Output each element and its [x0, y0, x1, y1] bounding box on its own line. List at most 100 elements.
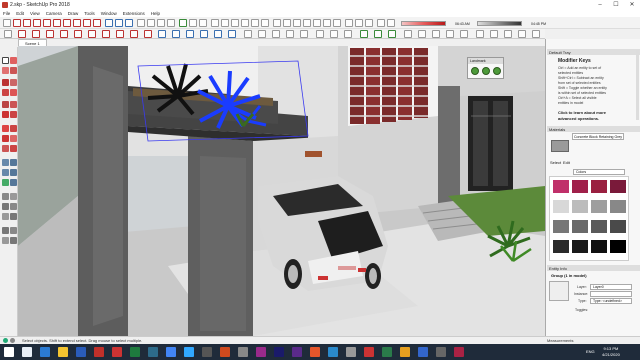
material-library-dropdown[interactable]: Colors [573, 169, 625, 175]
move-icon[interactable] [102, 30, 110, 38]
followme-side-icon[interactable] [10, 135, 17, 142]
axes-icon[interactable] [214, 30, 222, 38]
material-swatch[interactable] [610, 180, 626, 193]
move-side-icon[interactable] [2, 125, 9, 132]
landmark-tool-3-icon[interactable] [493, 67, 501, 75]
walk-side-icon[interactable] [10, 227, 17, 234]
move-tool-icon[interactable] [73, 19, 81, 27]
orbit-side-icon[interactable] [2, 193, 9, 200]
3dtext-side-icon[interactable] [10, 179, 17, 186]
solid-subtract-icon[interactable] [418, 30, 426, 38]
front-view-icon[interactable] [231, 19, 239, 27]
zoom-side-icon[interactable] [2, 203, 9, 210]
zoom-window-side-icon[interactable] [10, 203, 17, 210]
pan-view-icon[interactable] [258, 30, 266, 38]
zoom-icon[interactable] [157, 19, 165, 27]
orbit-view-icon[interactable] [244, 30, 252, 38]
text-tool-icon[interactable] [115, 19, 123, 27]
dimension-side-icon[interactable] [10, 159, 17, 166]
menu-help[interactable]: Help [151, 11, 160, 16]
menu-extensions[interactable]: Extensions [123, 11, 145, 16]
previous-side-icon[interactable] [10, 213, 17, 220]
line-side-icon[interactable] [2, 79, 9, 86]
close-button[interactable]: ✕ [624, 0, 640, 9]
select-tool-icon[interactable] [3, 19, 11, 27]
position-camera-icon[interactable] [344, 30, 352, 38]
app-icon[interactable] [346, 347, 356, 357]
tape-side-icon[interactable] [2, 159, 9, 166]
material-swatch[interactable] [572, 180, 588, 193]
drawing-viewport[interactable] [18, 46, 545, 336]
paint-side-icon[interactable] [10, 67, 17, 74]
app-icon[interactable] [202, 347, 212, 357]
extension-warehouse-icon[interactable] [189, 19, 197, 27]
shaded-textures-icon[interactable] [323, 19, 331, 27]
file-explorer-icon[interactable] [58, 347, 68, 357]
type-field[interactable]: Type: <undefined> [590, 298, 632, 304]
materials-edit-tab[interactable]: Edit [563, 160, 570, 165]
push-pull-tool-icon[interactable] [53, 19, 61, 27]
materials-select-tab[interactable]: Select [550, 160, 561, 165]
scale-side-icon[interactable] [2, 145, 9, 152]
rotate-side-icon[interactable] [2, 135, 9, 142]
app-icon[interactable] [328, 347, 338, 357]
select-arrow-icon[interactable] [4, 30, 12, 38]
xray-icon[interactable] [273, 19, 281, 27]
material-swatch[interactable] [610, 220, 626, 233]
polygon-icon[interactable] [10, 111, 17, 118]
rotate-tool-icon[interactable] [83, 19, 91, 27]
solid-union-icon[interactable] [404, 30, 412, 38]
premiere-icon[interactable] [274, 347, 284, 357]
previous-view-icon[interactable] [300, 30, 308, 38]
axes-side-icon[interactable] [2, 179, 9, 186]
app-icon[interactable] [418, 347, 428, 357]
material-swatch[interactable] [553, 180, 569, 193]
position-camera-side-icon[interactable] [2, 227, 9, 234]
learn-more-link[interactable]: advanced operations. [558, 116, 599, 121]
material-swatch[interactable] [591, 200, 607, 213]
protractor-side-icon[interactable] [2, 169, 9, 176]
material-swatch[interactable] [553, 200, 569, 213]
instance-field[interactable] [590, 291, 632, 297]
shadow-settings-icon[interactable] [387, 19, 395, 27]
circle-icon[interactable] [2, 111, 9, 118]
material-swatch[interactable] [572, 220, 588, 233]
photo-texture-icon[interactable] [504, 30, 512, 38]
shadows-toggle-icon[interactable] [377, 19, 385, 27]
material-swatch[interactable] [610, 200, 626, 213]
text-icon[interactable] [200, 30, 208, 38]
hidden-line-icon[interactable] [303, 19, 311, 27]
drape-icon[interactable] [388, 30, 396, 38]
eraser-tool-icon[interactable] [13, 19, 21, 27]
menu-view[interactable]: View [30, 11, 40, 16]
default-tray-header[interactable]: Default Tray [547, 49, 640, 55]
material-swatch[interactable] [553, 240, 569, 253]
learn-more-link[interactable]: Click to learn about more [558, 110, 606, 115]
rotated-rectangle-icon[interactable] [10, 101, 17, 108]
wireframe-icon[interactable] [293, 19, 301, 27]
line-tool-icon[interactable] [23, 19, 31, 27]
3d-text-icon[interactable] [228, 30, 236, 38]
menu-draw[interactable]: Draw [68, 11, 79, 16]
minimize-button[interactable]: – [592, 0, 608, 9]
walk-icon[interactable] [316, 30, 324, 38]
material-swatch[interactable] [591, 180, 607, 193]
section-plane-icon[interactable] [345, 19, 353, 27]
right-view-icon[interactable] [241, 19, 249, 27]
look-around-icon[interactable] [330, 30, 338, 38]
offset-side-icon[interactable] [10, 145, 17, 152]
pie-icon[interactable] [10, 89, 17, 96]
solid-intersect-icon[interactable] [432, 30, 440, 38]
scale-icon[interactable] [130, 30, 138, 38]
top-view-icon[interactable] [221, 19, 229, 27]
stamp-icon[interactable] [374, 30, 382, 38]
tape-measure-icon[interactable] [105, 19, 113, 27]
start-icon[interactable] [4, 347, 14, 357]
shapes-icon[interactable] [60, 30, 68, 38]
app-icon[interactable] [220, 347, 230, 357]
eraser-side-icon[interactable] [2, 67, 9, 74]
zoom-view-icon[interactable] [272, 30, 280, 38]
component-options-icon[interactable] [532, 30, 540, 38]
scene-tab[interactable]: Scene 1 [18, 39, 47, 46]
search-icon[interactable] [22, 347, 32, 357]
